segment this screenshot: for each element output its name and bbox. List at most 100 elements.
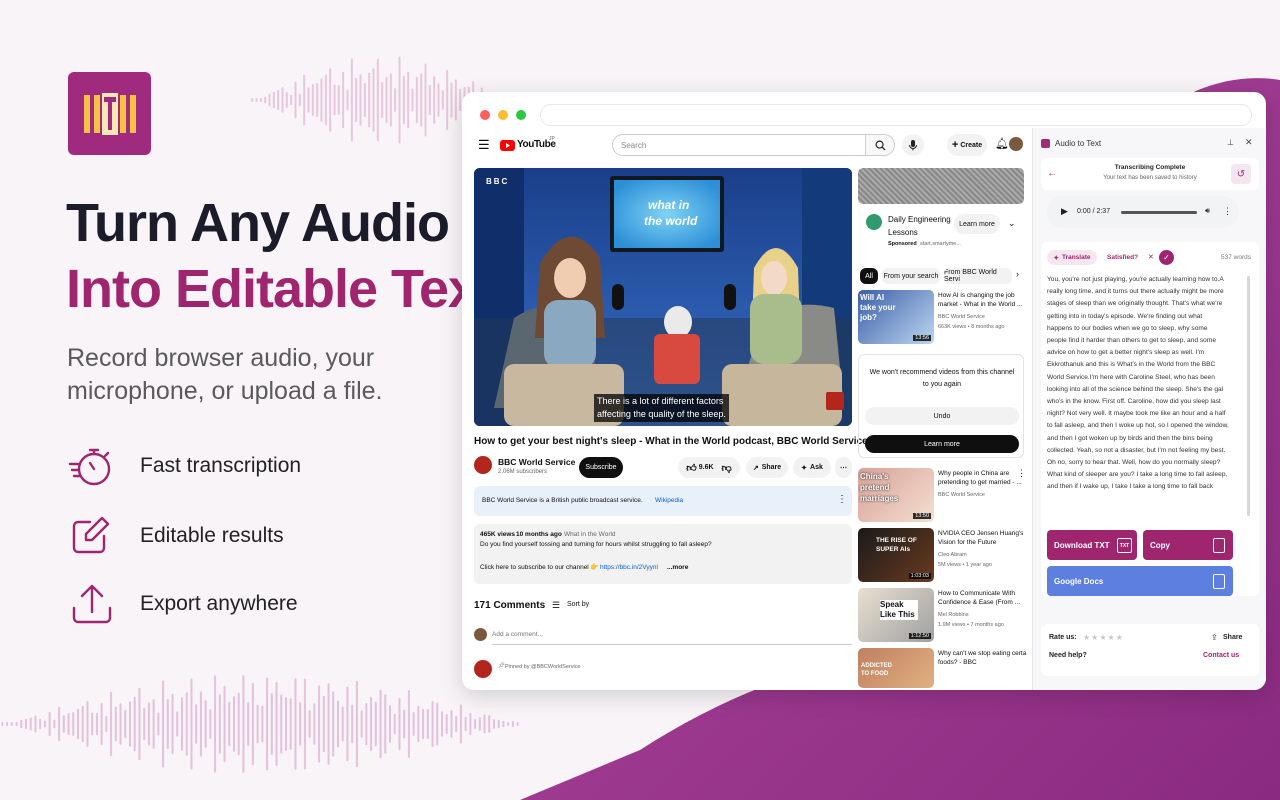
more-actions-button[interactable]: ⋯ xyxy=(835,457,852,478)
ad-banner[interactable] xyxy=(858,168,1024,204)
share-button[interactable]: ↗ Share xyxy=(746,457,788,478)
more-icon[interactable]: ⋮ xyxy=(1223,206,1232,217)
address-bar[interactable] xyxy=(540,104,1252,126)
more-icon[interactable]: ⋮ xyxy=(1017,468,1026,479)
user-avatar xyxy=(474,628,487,641)
search-input[interactable]: Search xyxy=(612,134,866,156)
notifications-bell-icon[interactable]: 🔔︎ xyxy=(995,137,1009,150)
history-icon[interactable]: ↺ xyxy=(1231,164,1251,184)
audio-player[interactable]: ▶ 0:00 / 2:37 🔊︎ ⋮ xyxy=(1047,196,1239,228)
description-link[interactable]: https://bbc.in/2Vyynl xyxy=(600,564,658,571)
related-title-2[interactable]: Vision for the Future xyxy=(938,539,996,546)
google-docs-button[interactable]: Google Docs xyxy=(1047,566,1233,596)
ad-learn-more-button[interactable]: Learn more xyxy=(954,214,1000,234)
related-title-2[interactable]: pretending to get married - ... xyxy=(938,479,1022,486)
ask-button[interactable]: ✦ Ask xyxy=(793,457,831,478)
video-subtitles: There is a lot of different factors affe… xyxy=(594,394,729,422)
minimize-window-button[interactable] xyxy=(498,110,508,120)
ad-title-line-1[interactable]: Daily Engineering xyxy=(888,215,951,224)
bbc-logo: BBC xyxy=(486,177,510,186)
chip-from-search[interactable]: From your search xyxy=(882,268,940,284)
related-title-2[interactable]: foods? - BBC xyxy=(938,659,977,666)
thumbs-down-icon: 👎︎ xyxy=(721,462,732,474)
feature-label: Export anywhere xyxy=(140,592,298,615)
search-placeholder: Search xyxy=(621,141,647,150)
share-icon[interactable]: ⇪ xyxy=(1211,633,1218,642)
copy-button[interactable]: Copy xyxy=(1143,530,1233,560)
show-more-link[interactable]: ...more xyxy=(667,564,688,571)
voice-search-button[interactable] xyxy=(902,134,924,156)
sort-icon[interactable]: ☰ xyxy=(552,600,560,611)
commenter-avatar xyxy=(474,660,492,678)
related-title-1[interactable]: Why people in China are xyxy=(938,470,1009,477)
thumbnail-text: Speak Like This xyxy=(880,600,918,620)
related-thumbnail[interactable]: ADDICTED TO FOOD xyxy=(858,648,934,688)
app-logo xyxy=(68,72,151,155)
verified-icon: ● xyxy=(559,457,564,466)
chip-from-channel[interactable]: From BBC World Servi xyxy=(944,268,1012,284)
related-title-1[interactable]: Why can't we stop eating certa xyxy=(938,650,1026,657)
related-channel: Cleo Abram xyxy=(938,552,967,558)
learn-more-button[interactable]: Learn more xyxy=(865,435,1019,453)
search-button[interactable] xyxy=(865,134,895,156)
play-icon[interactable]: ▶ xyxy=(1061,206,1068,217)
add-comment-input[interactable]: Add a comment... xyxy=(492,631,543,638)
chevron-down-icon[interactable]: ⌄ xyxy=(1008,218,1016,229)
pin-icon: 📌︎ xyxy=(498,663,505,669)
related-meta: 663K views • 8 months ago xyxy=(938,324,1005,330)
related-thumbnail[interactable]: THE RISE OF SUPER AIs 1:03:03 xyxy=(858,528,934,582)
related-thumbnail[interactable]: Speak Like This 1:12:50 xyxy=(858,588,934,642)
status-subtitle: Your text has been saved to history xyxy=(1103,175,1197,181)
rating-stars[interactable]: ★★★★★ xyxy=(1083,633,1124,642)
footer-card: Rate us: ★★★★★ ⇪ Share Need help? Contac… xyxy=(1041,624,1259,676)
wikipedia-link[interactable]: Wikipedia xyxy=(655,497,683,504)
google-docs-icon xyxy=(1213,574,1225,589)
stopwatch-icon xyxy=(68,442,116,490)
youtube-logo-icon[interactable] xyxy=(500,140,515,151)
related-channel: BBC World Service xyxy=(938,492,985,498)
channel-avatar[interactable] xyxy=(474,456,492,474)
create-button[interactable]: + Create xyxy=(947,134,987,156)
sort-by-button[interactable]: Sort by xyxy=(567,601,589,608)
related-channel: BBC World Service xyxy=(938,314,985,320)
not-recommend-card: We won't recommend videos from this chan… xyxy=(858,354,1024,458)
bbc-corner-badge xyxy=(826,392,844,410)
hero-title-line2: Into Editable Text xyxy=(66,259,495,319)
share-link[interactable]: Share xyxy=(1223,634,1242,641)
status-title: Transcribing Complete xyxy=(1114,164,1186,171)
transcript-text[interactable]: You, you're not just playing, you're act… xyxy=(1047,274,1229,520)
download-txt-button[interactable]: Download TXT TXT xyxy=(1047,530,1137,560)
video-description[interactable]: 465K views 10 months ago What in the Wor… xyxy=(474,524,852,584)
audio-progress-bar[interactable] xyxy=(1121,211,1197,214)
related-title-1[interactable]: How to Communicate With xyxy=(938,590,1015,597)
menu-icon[interactable]: ☰ xyxy=(478,137,490,153)
related-title-2[interactable]: Confidence & Ease (From ... xyxy=(938,599,1020,606)
maximize-window-button[interactable] xyxy=(516,110,526,120)
video-player[interactable]: BBC what in the world There is a lot of … xyxy=(474,168,852,426)
more-icon[interactable]: ⋮ xyxy=(837,494,847,505)
like-dislike-button[interactable]: 👍︎ 9.6K 👎︎ xyxy=(678,457,740,478)
chevron-right-icon[interactable]: › xyxy=(1016,269,1019,279)
related-thumbnail[interactable]: Will AI take your job? 13:56 xyxy=(858,290,934,344)
related-title-1[interactable]: NVIDIA CEO Jensen Huang's xyxy=(938,530,1023,537)
description-tag: What in the World xyxy=(564,531,616,538)
close-icon[interactable]: ✕ xyxy=(1245,137,1253,148)
panel-logo-icon xyxy=(1041,139,1050,148)
related-title-2[interactable]: market - What in the World ... xyxy=(938,301,1022,308)
related-title-1[interactable]: How AI is changing the job xyxy=(938,292,1015,299)
feature-editable-results: Editable results xyxy=(68,512,284,560)
txt-file-icon: TXT xyxy=(1117,538,1132,553)
chip-all[interactable]: All xyxy=(860,268,878,284)
pin-icon[interactable]: ⊥ xyxy=(1227,138,1234,147)
browser-window: ☰ YouTube JP Search + Create 🔔︎ BBC what… xyxy=(462,92,1266,690)
close-window-button[interactable] xyxy=(480,110,490,120)
undo-button[interactable]: Undo xyxy=(865,407,1019,425)
related-thumbnail[interactable]: China's pretend marriages 13:50 xyxy=(858,468,934,522)
feature-label: Fast transcription xyxy=(140,454,302,477)
subscribe-button[interactable]: Subscribe xyxy=(579,457,623,478)
subscriber-count: 2.06M subscribers xyxy=(498,469,548,475)
contact-link[interactable]: Contact us xyxy=(1203,652,1239,659)
ad-title-line-2[interactable]: Lessons xyxy=(888,228,918,237)
volume-icon[interactable]: 🔊︎ xyxy=(1205,206,1210,216)
avatar[interactable] xyxy=(1009,137,1023,151)
